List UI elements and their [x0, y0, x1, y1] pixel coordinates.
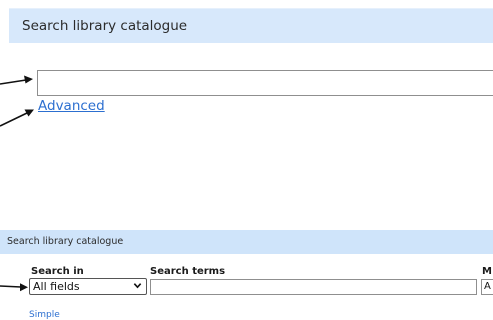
- bottom-panel-header: Search library catalogue: [0, 230, 493, 254]
- top-search-input[interactable]: [37, 70, 493, 96]
- advanced-search-link[interactable]: Advanced: [38, 98, 105, 114]
- chevron-down-icon: [133, 283, 142, 289]
- top-panel-title: Search library catalogue: [22, 18, 188, 34]
- bottom-panel-title: Search library catalogue: [7, 236, 124, 247]
- arrow-icon: [0, 283, 28, 292]
- search-in-selected-value: All fields: [33, 280, 80, 293]
- screenshot-stage: Search library catalogue Advanced Search…: [0, 0, 493, 320]
- arrow-icon: [0, 75, 33, 85]
- simple-search-link[interactable]: Simple: [29, 310, 60, 320]
- search-terms-input[interactable]: [150, 279, 477, 295]
- search-in-select[interactable]: All fields: [29, 278, 147, 295]
- more-select[interactable]: A: [481, 279, 493, 295]
- more-select-value: A: [484, 281, 491, 292]
- search-terms-label: Search terms: [150, 266, 226, 277]
- top-panel-header: Search library catalogue: [9, 8, 493, 43]
- search-in-label: Search in: [31, 266, 84, 277]
- more-column-label: M: [482, 266, 492, 277]
- arrow-icon: [0, 109, 34, 127]
